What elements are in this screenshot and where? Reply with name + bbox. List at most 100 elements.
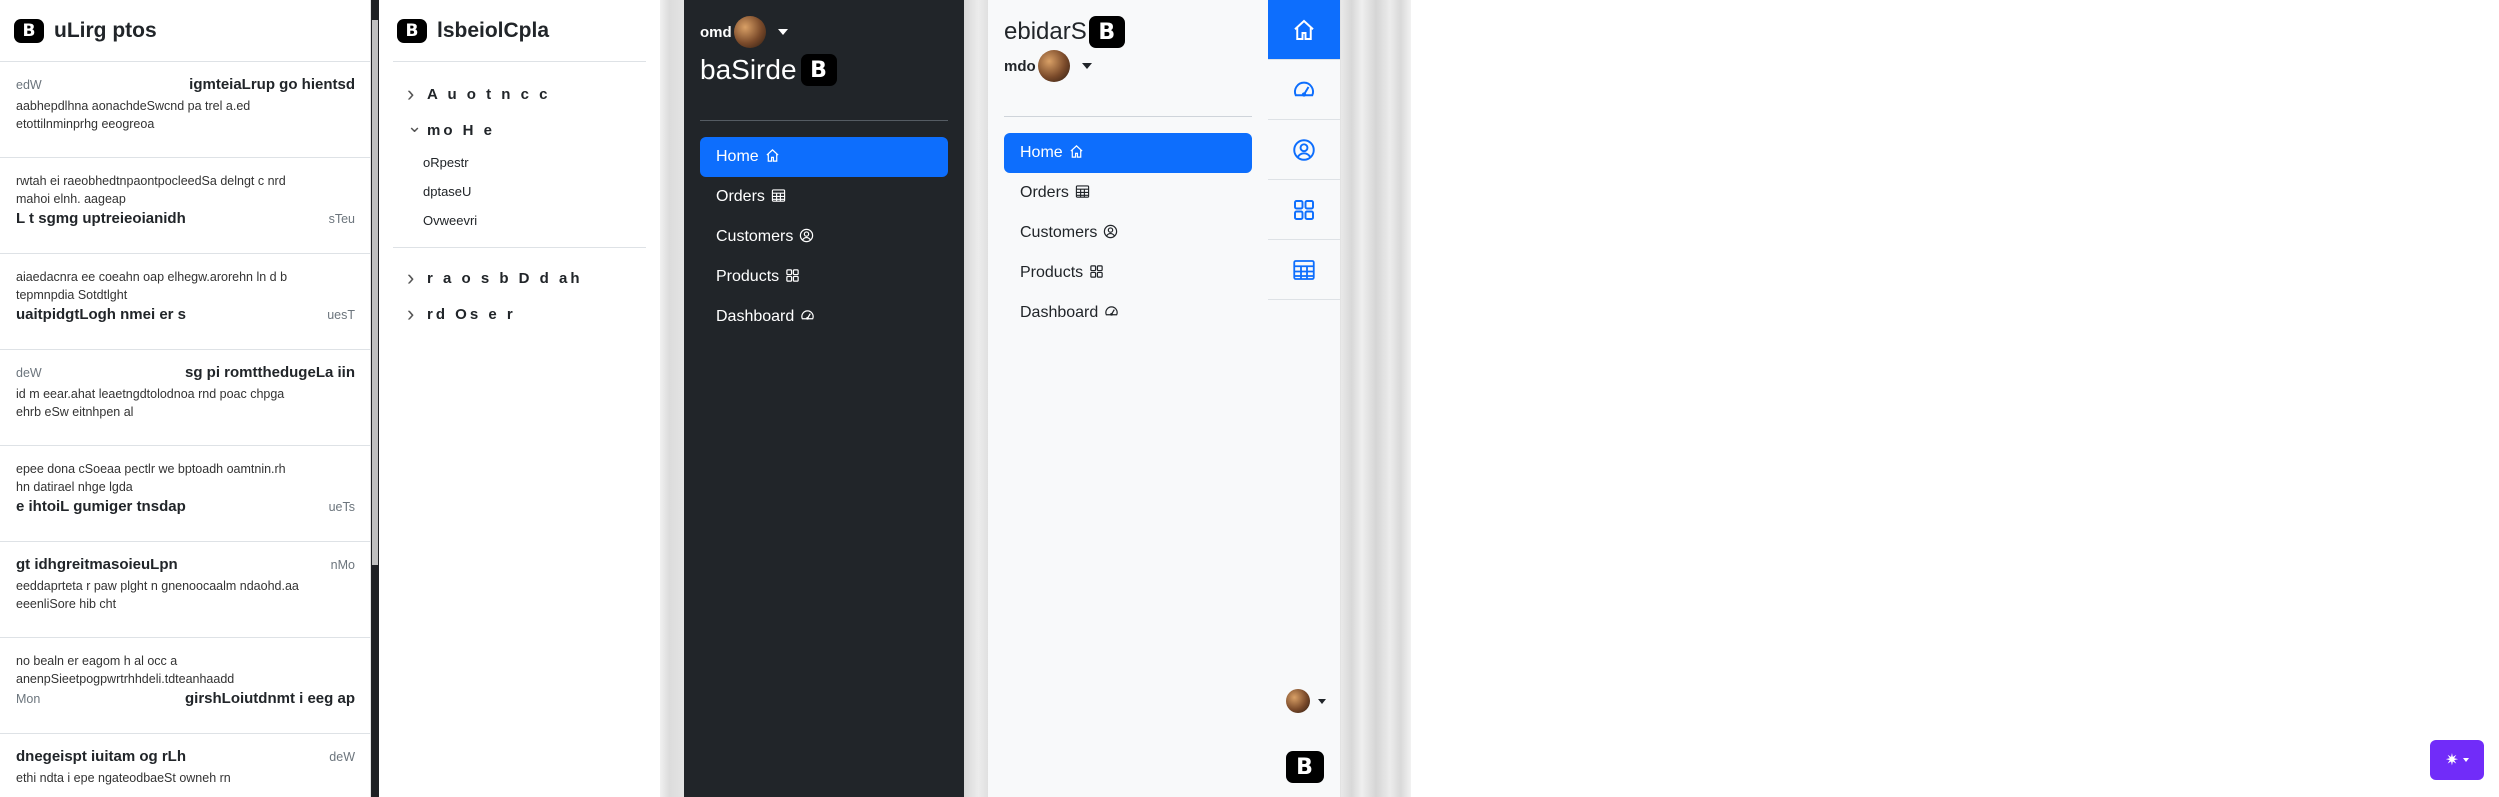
list-item-title: e ihtoiL gumiger tnsdap xyxy=(16,498,186,515)
list-item-body: no bealn er eagom h al occ a anenpSieetp… xyxy=(16,654,235,686)
list-item-body: aiaedacnra ee coeahn oap elhegw.arorehn … xyxy=(16,270,288,302)
collapse-toggle-button[interactable]: › A u o t n c c xyxy=(393,76,646,112)
user-name: mdo xyxy=(1004,57,1036,75)
nav-link-dashboard[interactable]: Dashboard xyxy=(1004,293,1252,333)
speedometer-icon xyxy=(1292,78,1316,102)
list-item[interactable]: deW sg pi romtthedugeLa iin id m eear.ahat… xyxy=(0,350,371,446)
nav-link-customers[interactable]: Customers xyxy=(700,217,948,257)
person-circle-icon xyxy=(1103,224,1118,242)
list-item-date: deW xyxy=(16,366,42,380)
list-item[interactable]: dnegeispt iuitam og rLh deW ethi ndta i ep… xyxy=(0,734,371,797)
divider xyxy=(660,0,684,797)
divider xyxy=(1341,0,1411,797)
nav-link-home[interactable]: Home xyxy=(1004,133,1252,173)
icon-nav-speedometer[interactable] xyxy=(1268,60,1340,120)
list-group-panel: B uLirg ptos edW igmteiaLrup go hientsd aa… xyxy=(0,0,371,797)
bootstrap-logo-icon: B xyxy=(1285,751,1324,783)
list-item-title: dnegeispt iuitam og rLh xyxy=(16,748,187,765)
collapse-toggle-button[interactable]: › rd Os e r xyxy=(393,296,646,332)
table-icon xyxy=(771,188,786,206)
brand-link[interactable]: B xyxy=(1268,751,1341,783)
nav-link-label: Home xyxy=(1020,144,1063,161)
user-dropdown[interactable] xyxy=(1268,689,1341,713)
list-item-date: Mon xyxy=(16,692,41,706)
brand-link[interactable]: ebidarS B xyxy=(1004,16,1252,48)
list-item-title: gt idhgreitmasoieuLpn xyxy=(16,556,178,573)
collapse-toggle-label: r a o s b D d ah xyxy=(427,269,583,287)
nav-link-home[interactable]: Home xyxy=(700,137,948,177)
collapse-sub-link[interactable]: Ovweevri xyxy=(393,206,646,235)
nav-link-dashboard[interactable]: Dashboard xyxy=(700,297,948,337)
nav-link-label: Orders xyxy=(716,188,765,205)
list-panel-header[interactable]: B uLirg ptos xyxy=(0,0,370,62)
icon-sidebar: B xyxy=(1268,0,1341,797)
list-item-body: id m eear.ahat leaetngdtolodnoa rnd poac… xyxy=(16,387,285,419)
nav-link-products[interactable]: Products xyxy=(1004,253,1252,293)
brand-text: ebidarS xyxy=(1004,18,1087,45)
collapse-toggle-label: rd Os e r xyxy=(427,305,516,323)
list-item-body: eeddaprteta r paw plght n gnenoocaalm nd… xyxy=(16,579,299,611)
list-item-date: edW xyxy=(16,78,42,92)
list-item-title: girshLoiutdnmt i eeg ap xyxy=(184,690,355,707)
dark-sidebar: omd baSirde B Home Orders Customers Product… xyxy=(684,0,964,797)
dark-nav: Home Orders Customers Products Dashboard xyxy=(700,137,948,337)
list-item-title: L t sgmg uptreieoianidh xyxy=(16,210,186,227)
nav-link-label: Dashboard xyxy=(1020,304,1099,321)
chevron-right-icon: › xyxy=(407,265,415,290)
list-item-date: deW xyxy=(329,750,355,764)
list-item[interactable]: no bealn er eagom h al occ a anenpSieetp… xyxy=(0,638,371,734)
list-item[interactable]: gt idhgreitmasoieuLpn nMo eeddaprteta r pa… xyxy=(0,542,371,638)
brand-text: baSirde xyxy=(700,54,797,85)
person-circle-icon xyxy=(1292,138,1316,162)
list-item[interactable]: epee dona cSoeaa pectlr we bptoadh oamtn… xyxy=(0,446,371,542)
nav-link-label: Dashboard xyxy=(716,308,795,325)
bootstrap-logo-icon: B xyxy=(14,18,44,43)
user-dropdown[interactable]: omd xyxy=(700,16,948,48)
nav-link-label: Customers xyxy=(716,228,794,245)
nav-link-products[interactable]: Products xyxy=(700,257,948,297)
list-item[interactable]: rwtah ei raeobhedtnpaontpocleedSa delngt… xyxy=(0,158,371,254)
collapse-sub-link[interactable]: dptaseU xyxy=(393,177,646,206)
collapsible-list: › A u o t n c c ⌄ mo H e oRpestr dptaseU Ovwee… xyxy=(393,62,646,332)
divider xyxy=(700,120,948,121)
avatar xyxy=(1285,689,1310,713)
scrollbar-thumb[interactable] xyxy=(372,20,378,565)
user-name: omd xyxy=(700,23,732,41)
icon-nav-person-circle[interactable] xyxy=(1268,120,1340,180)
nav-link-customers[interactable]: Customers xyxy=(1004,213,1252,253)
user-dropdown[interactable]: mdo xyxy=(1004,50,1252,82)
theme-toggle-button[interactable]: ✷ xyxy=(2430,740,2484,780)
chevron-down-icon: ⌄ xyxy=(407,116,423,136)
collapse-toggle-label: mo H e xyxy=(427,121,496,139)
nav-link-label: Customers xyxy=(1020,224,1098,241)
chevron-right-icon: › xyxy=(407,81,415,106)
nav-link-orders[interactable]: Orders xyxy=(1004,173,1252,213)
avatar xyxy=(1037,50,1070,82)
collapse-sub-link[interactable]: oRpestr xyxy=(393,148,646,177)
caret-down-icon xyxy=(1081,63,1092,69)
collapse-toggle-label: A u o t n c c xyxy=(427,85,551,103)
list-item[interactable]: edW igmteiaLrup go hientsd aabhepdlhna aon… xyxy=(0,62,371,158)
collapsible-panel-header[interactable]: B lsbeiolCpla xyxy=(393,0,646,62)
nav-link-label: Home xyxy=(716,148,759,165)
icon-nav-home[interactable] xyxy=(1268,0,1340,60)
list-panel-title: uLirg ptos xyxy=(54,18,157,42)
list-item-body: ethi ndta i epe ngateodbaeSt owneh rn xyxy=(16,771,231,785)
speedometer-icon xyxy=(800,308,815,326)
nav-link-orders[interactable]: Orders xyxy=(700,177,948,217)
collapse-toggle-button[interactable]: › r a o s b D d ah xyxy=(393,260,646,296)
light-sidebar: ebidarS B mdo Home Orders Customers Product… xyxy=(988,0,1268,797)
divider xyxy=(393,247,646,248)
caret-down-icon xyxy=(2462,758,2469,762)
light-nav: Home Orders Customers Products Dashboard xyxy=(1004,133,1252,333)
icon-nav-table[interactable] xyxy=(1268,240,1340,300)
speedometer-icon xyxy=(1104,304,1119,322)
collapse-toggle-button[interactable]: ⌄ mo H e xyxy=(393,112,646,148)
list-item[interactable]: aiaedacnra ee coeahn oap elhegw.arorehn … xyxy=(0,254,371,350)
icon-nav-grid[interactable] xyxy=(1268,180,1340,240)
brand-link[interactable]: baSirde B xyxy=(700,54,948,86)
list-item-date: nMo xyxy=(330,558,355,572)
list-item-title: uaitpidgtLogh nmei er s xyxy=(16,306,187,323)
bootstrap-logo-icon: B xyxy=(397,18,427,43)
list-item-body: rwtah ei raeobhedtnpaontpocleedSa delngt… xyxy=(16,174,286,206)
